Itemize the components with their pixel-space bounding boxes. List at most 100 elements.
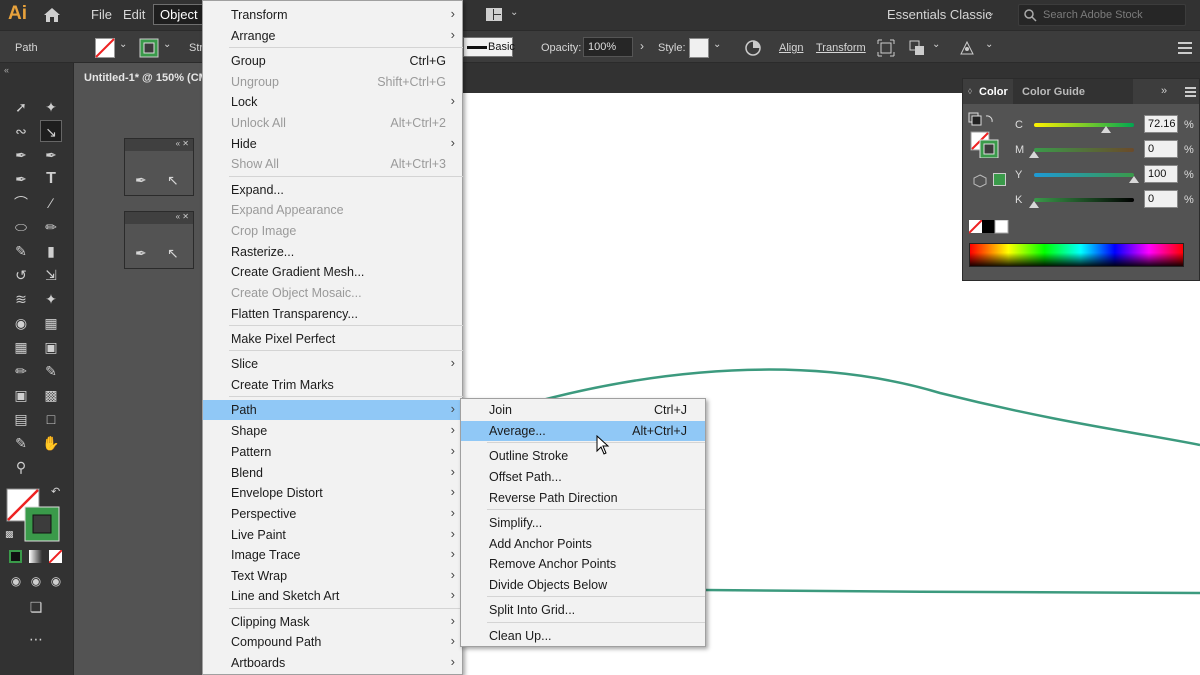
fill-none-swatch[interactable]: [95, 38, 115, 58]
home-icon[interactable]: [42, 5, 62, 25]
menu-item-perspective[interactable]: Perspective ›: [203, 504, 462, 524]
eyedropper-icon[interactable]: ✏: [10, 360, 32, 382]
menu-item-create-trim-marks[interactable]: Create Trim Marks: [203, 375, 462, 395]
menu-item-text-wrap[interactable]: Text Wrap ›: [203, 566, 462, 586]
submenu-item-reverse-path-direction[interactable]: Reverse Path Direction: [461, 488, 705, 508]
menu-item-compound-path[interactable]: Compound Path ›: [203, 632, 462, 652]
chevron-right-icon[interactable]: ›: [640, 39, 644, 53]
graphic-style-swatch[interactable]: [689, 38, 709, 58]
channel-value-input[interactable]: 72.16: [1144, 115, 1178, 133]
scale-tool-icon[interactable]: ⇲: [40, 264, 62, 286]
type-tool-icon[interactable]: T: [40, 168, 62, 190]
slider-thumb[interactable]: [1029, 201, 1039, 208]
pen-tool-icon[interactable]: ✒: [135, 172, 147, 189]
puppet-warp-icon[interactable]: ✦: [40, 288, 62, 310]
channel-value-input[interactable]: 0: [1144, 140, 1178, 158]
none-black-white-swatches[interactable]: [969, 220, 1009, 234]
lasso-icon[interactable]: ∾: [10, 120, 32, 142]
measure-icon[interactable]: ✎: [40, 360, 62, 382]
submenu-item-remove-anchor-points[interactable]: Remove Anchor Points: [461, 554, 705, 574]
brush-definition-select[interactable]: Basic: [463, 37, 515, 57]
default-colors-icon[interactable]: ▩: [5, 529, 14, 540]
transform-button[interactable]: Transform: [816, 42, 866, 54]
panel-options-icon[interactable]: ◊: [968, 87, 972, 96]
channel-value-input[interactable]: 100: [1144, 165, 1178, 183]
chevron-down-icon[interactable]: ⌄: [119, 39, 127, 50]
align-button[interactable]: Align: [779, 42, 803, 54]
menu-item-unlock-all[interactable]: Unlock All Alt+Ctrl+2: [203, 113, 462, 133]
slice-tool-icon[interactable]: ✎: [10, 432, 32, 454]
menu-item-envelope-distort[interactable]: Envelope Distort ›: [203, 483, 462, 503]
draw-normal-icon[interactable]: ◉: [5, 570, 27, 592]
stock-search-input[interactable]: Search Adobe Stock: [1018, 4, 1186, 26]
chevron-down-icon[interactable]: ⌄: [986, 6, 995, 19]
straight-path[interactable]: [704, 588, 1200, 595]
menu-item-crop-image[interactable]: Crop Image: [203, 221, 462, 241]
menu-item-hide[interactable]: Hide ›: [203, 134, 462, 154]
shaper-tool-icon[interactable]: ✎: [10, 240, 32, 262]
channel-slider[interactable]: [1034, 173, 1134, 177]
menu-item-ungroup[interactable]: Ungroup Shift+Ctrl+G: [203, 72, 462, 92]
stroke-color-swatch[interactable]: [139, 38, 159, 58]
submenu-item-offset-path[interactable]: Offset Path...: [461, 467, 705, 487]
menu-item-transform[interactable]: Transform ›: [203, 5, 462, 25]
menu-item-pattern[interactable]: Pattern ›: [203, 442, 462, 462]
puppet-warp-icon[interactable]: [958, 39, 976, 57]
slider-thumb[interactable]: [1101, 126, 1111, 133]
paintbrush-icon[interactable]: ✏: [40, 216, 62, 238]
recolor-artwork-icon[interactable]: [744, 39, 762, 57]
submenu-item-clean-up[interactable]: Clean Up...: [461, 626, 705, 646]
submenu-item-simplify[interactable]: Simplify...: [461, 513, 705, 533]
menu-item-flatten-transparency[interactable]: Flatten Transparency...: [203, 304, 462, 324]
hand-tool-icon[interactable]: ✋: [40, 432, 62, 454]
panel-menu-icon[interactable]: [1185, 87, 1196, 97]
menu-item-slice[interactable]: Slice ›: [203, 354, 462, 374]
closest-color-swatch[interactable]: [993, 173, 1006, 186]
document-tab[interactable]: Untitled-1* @ 150% (CMYK/Preview): [74, 63, 204, 93]
direct-selection-tool-icon[interactable]: ↘: [40, 120, 62, 142]
gradient-tool-icon[interactable]: ▣: [40, 336, 62, 358]
slider-thumb[interactable]: [1029, 151, 1039, 158]
collapse-icon[interactable]: «: [4, 65, 9, 75]
symbol-sprayer-icon[interactable]: ▩: [40, 384, 62, 406]
menu-item-live-paint[interactable]: Live Paint ›: [203, 525, 462, 545]
draw-inside-icon[interactable]: ◉: [45, 570, 67, 592]
channel-slider[interactable]: [1034, 123, 1134, 127]
slider-thumb[interactable]: [1129, 176, 1139, 183]
color-mode-icon[interactable]: [9, 550, 22, 563]
menu-item-group[interactable]: Group Ctrl+G: [203, 51, 462, 71]
chevron-down-icon[interactable]: ⌄: [713, 39, 721, 50]
menu-file[interactable]: File: [91, 7, 112, 22]
expand-panel-icon[interactable]: »: [1161, 85, 1167, 97]
menu-item-path[interactable]: Path ›: [203, 400, 462, 420]
mesh-tool-icon[interactable]: ▦: [10, 336, 32, 358]
zoom-tool-icon[interactable]: ⚲: [10, 456, 32, 478]
more-tools-icon[interactable]: ⋯: [25, 628, 47, 650]
arc-tool-icon[interactable]: ⌒: [10, 192, 32, 214]
chevron-down-icon[interactable]: ⌄: [510, 7, 518, 18]
menu-item-create-gradient-mesh[interactable]: Create Gradient Mesh...: [203, 262, 462, 282]
draw-behind-icon[interactable]: ◉: [25, 570, 47, 592]
menu-item-show-all[interactable]: Show All Alt+Ctrl+3: [203, 154, 462, 174]
artboard-tool-icon[interactable]: □: [40, 408, 62, 430]
chevron-down-icon[interactable]: ⌄: [932, 39, 940, 50]
pen-tool-icon[interactable]: ✒: [10, 144, 32, 166]
menu-edit[interactable]: Edit: [123, 7, 145, 22]
magic-wand-icon[interactable]: ✦: [40, 96, 62, 118]
menu-item-lock[interactable]: Lock ›: [203, 92, 462, 112]
eraser-icon[interactable]: ▮: [40, 240, 62, 262]
none-mode-icon[interactable]: [49, 550, 62, 563]
menu-item-blend[interactable]: Blend ›: [203, 463, 462, 483]
menu-item-make-pixel-perfect[interactable]: Make Pixel Perfect: [203, 329, 462, 349]
graph-tool-icon[interactable]: ▤: [10, 408, 32, 430]
submenu-item-outline-stroke[interactable]: Outline Stroke: [461, 446, 705, 466]
tab-color-guide[interactable]: Color Guide: [1022, 86, 1085, 98]
channel-slider[interactable]: [1034, 198, 1134, 202]
submenu-item-average[interactable]: Average... Alt+Ctrl+J: [461, 421, 705, 441]
submenu-item-join[interactable]: Join Ctrl+J: [461, 400, 705, 420]
menu-item-shape[interactable]: Shape ›: [203, 421, 462, 441]
menu-item-image-trace[interactable]: Image Trace ›: [203, 545, 462, 565]
warp-tool-icon[interactable]: ≋: [10, 288, 32, 310]
workspace-switcher[interactable]: Essentials Classic: [887, 7, 992, 22]
submenu-item-add-anchor-points[interactable]: Add Anchor Points: [461, 534, 705, 554]
